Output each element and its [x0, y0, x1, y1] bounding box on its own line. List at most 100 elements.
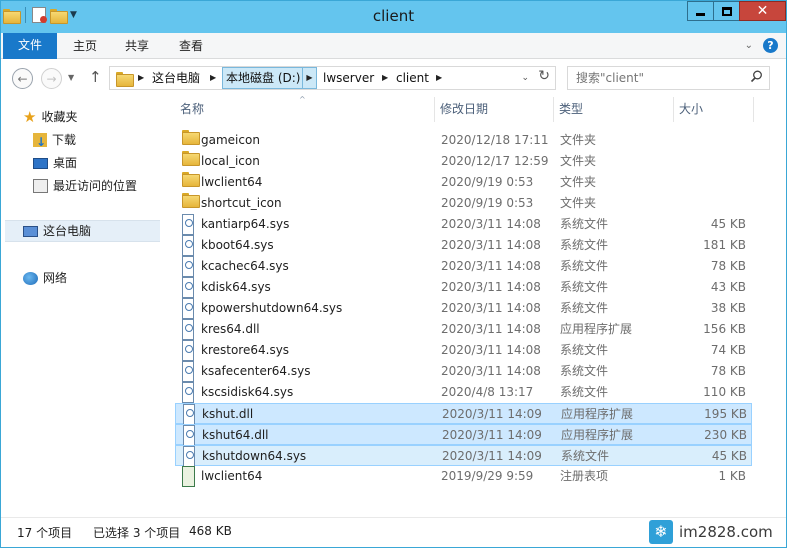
file-type: 系统文件 — [560, 301, 609, 315]
file-row[interactable]: kscsidisk64.sys 2020/4/8 13:17 系统文件 110 KB — [175, 382, 752, 403]
file-type: 文件夹 — [560, 196, 597, 210]
file-row[interactable]: kshutdown64.sys 2020/3/11 14:09 系统文件 45 KB — [175, 445, 752, 467]
nav-network[interactable]: 网络 — [23, 267, 67, 289]
search-box[interactable] — [567, 66, 770, 90]
dll-file-icon — [182, 319, 194, 340]
window-controls: ✕ — [687, 1, 786, 21]
file-date: 2020/3/11 14:09 — [442, 449, 542, 463]
downloads-icon — [33, 131, 47, 153]
file-size — [675, 130, 746, 151]
computer-icon — [23, 225, 38, 237]
file-size: 156 KB — [703, 322, 746, 336]
file-row[interactable]: kdisk64.sys 2020/3/11 14:08 系统文件 43 KB — [175, 277, 752, 298]
column-header-type[interactable]: 类型 — [554, 97, 674, 122]
nav-downloads[interactable]: 下载 — [33, 129, 76, 153]
search-input[interactable] — [574, 69, 744, 87]
column-header-size[interactable]: 大小 — [674, 97, 754, 122]
file-type: 系统文件 — [560, 259, 609, 273]
breadcrumb-arrow-icon[interactable]: ▶ — [138, 67, 144, 89]
file-row[interactable]: shortcut_icon 2020/9/19 0:53 文件夹 — [175, 193, 752, 214]
file-date: 2020/3/11 14:08 — [441, 364, 541, 378]
breadcrumb-arrow-icon[interactable]: ▶ — [210, 67, 216, 89]
file-name: kscsidisk64.sys — [201, 385, 294, 399]
recent-places-icon — [33, 179, 48, 193]
network-icon — [23, 271, 38, 285]
up-arrow-icon[interactable]: ↑ — [89, 68, 102, 86]
breadcrumb-this-pc[interactable]: 这台电脑 — [152, 67, 200, 89]
nav-favorites[interactable]: ★ 收藏夹 — [23, 106, 77, 128]
file-type: 应用程序扩展 — [561, 407, 634, 421]
tab-view[interactable]: 查看 — [169, 33, 213, 59]
forward-arrow-icon: → — [46, 71, 57, 86]
maximize-button[interactable] — [713, 1, 740, 21]
file-row[interactable]: lwclient64 2019/9/29 9:59 注册表项 1 KB — [175, 466, 752, 487]
minimize-button[interactable] — [687, 1, 714, 21]
ribbon: 文件 主页 共享 查看 ⌄ ? — [1, 33, 786, 59]
tab-file[interactable]: 文件 — [3, 33, 57, 59]
file-date: 2020/4/8 13:17 — [441, 385, 534, 399]
file-size: 45 KB — [711, 449, 747, 463]
file-row[interactable]: kshut64.dll 2020/3/11 14:09 应用程序扩展 230 KB — [175, 424, 752, 446]
breadcrumb-arrow-icon[interactable]: ▶ — [382, 67, 388, 89]
file-name: krestore64.sys — [201, 343, 290, 357]
folder-icon — [182, 130, 200, 151]
snowflake-logo-icon: ❄ — [649, 520, 673, 544]
file-name: kdisk64.sys — [201, 280, 271, 294]
selection-size: 468 KB — [189, 524, 232, 538]
back-button[interactable]: ← — [12, 68, 33, 89]
breadcrumb-arrow-icon[interactable]: ▶ — [302, 67, 317, 89]
refresh-icon[interactable]: ↻ — [538, 68, 550, 84]
window-title: client — [372, 7, 415, 25]
file-row[interactable]: kcachec64.sys 2020/3/11 14:08 系统文件 78 KB — [175, 256, 752, 277]
file-row[interactable]: kshut.dll 2020/3/11 14:09 应用程序扩展 195 KB — [175, 403, 752, 425]
ribbon-controls: ⌄ ? — [745, 38, 778, 53]
expand-ribbon-chevron-down-icon[interactable]: ⌄ — [745, 40, 753, 51]
breadcrumb-local-disk-d[interactable]: 本地磁盘 (D:) — [222, 67, 305, 89]
tab-home[interactable]: 主页 — [63, 33, 107, 59]
tab-share[interactable]: 共享 — [115, 33, 159, 59]
folder-icon — [182, 151, 200, 172]
forward-button[interactable]: → — [41, 68, 62, 89]
breadcrumb-lwserver[interactable]: lwserver — [323, 67, 374, 89]
item-count: 17 个项目 — [17, 526, 73, 540]
nav-recent-places[interactable]: 最近访问的位置 — [33, 175, 137, 197]
search-icon[interactable] — [750, 70, 763, 83]
file-size — [675, 193, 746, 214]
column-header-type-label: 类型 — [559, 102, 584, 116]
system-file-icon — [182, 277, 194, 298]
column-header-date[interactable]: 修改日期 — [435, 97, 554, 122]
address-bar[interactable]: ▶ 这台电脑 ▶ 本地磁盘 (D:) ▶ lwserver ▶ client ▶… — [109, 66, 556, 90]
breadcrumb-arrow-icon[interactable]: ▶ — [436, 67, 442, 89]
file-type: 应用程序扩展 — [561, 428, 634, 442]
file-date: 2020/3/11 14:08 — [441, 280, 541, 294]
file-row[interactable]: gameicon 2020/12/18 17:11 文件夹 — [175, 130, 752, 151]
help-icon[interactable]: ? — [763, 38, 778, 53]
file-name: kantiarp64.sys — [201, 217, 290, 231]
nav-this-pc[interactable]: 这台电脑 — [5, 220, 160, 242]
file-row[interactable]: lwclient64 2020/9/19 0:53 文件夹 — [175, 172, 752, 193]
system-file-icon — [182, 256, 194, 277]
recent-locations-dropdown-icon[interactable]: ▼ — [68, 73, 74, 82]
file-row[interactable]: kpowershutdown64.sys 2020/3/11 14:08 系统文件 3… — [175, 298, 752, 319]
file-type: 系统文件 — [560, 217, 609, 231]
file-date: 2019/9/29 9:59 — [441, 469, 534, 483]
file-row[interactable]: kboot64.sys 2020/3/11 14:08 系统文件 181 KB — [175, 235, 752, 256]
file-row[interactable]: ksafecenter64.sys 2020/3/11 14:08 系统文件 78 K… — [175, 361, 752, 382]
file-row[interactable]: krestore64.sys 2020/3/11 14:08 系统文件 74 KB — [175, 340, 752, 361]
content-area: ★ 收藏夹 下载 桌面 最近访问的位置 这台电脑 网络 — [1, 95, 786, 517]
close-icon: ✕ — [756, 3, 769, 19]
file-row[interactable]: kantiarp64.sys 2020/3/11 14:08 系统文件 45 KB — [175, 214, 752, 235]
column-header-name-label: 名称 — [180, 102, 205, 116]
breadcrumb-client[interactable]: client — [396, 67, 429, 89]
address-history-chevron-down-icon[interactable]: ⌄ — [521, 73, 529, 83]
nav-desktop[interactable]: 桌面 — [33, 152, 77, 174]
navigation-bar: ← → ▼ ↑ ▶ 这台电脑 ▶ 本地磁盘 (D:) ▶ lwserver ▶ … — [1, 59, 786, 97]
file-name: local_icon — [201, 154, 260, 168]
file-row[interactable]: kres64.dll 2020/3/11 14:08 应用程序扩展 156 KB — [175, 319, 752, 340]
close-button[interactable]: ✕ — [739, 1, 786, 21]
desktop-icon — [33, 157, 48, 169]
file-row[interactable]: local_icon 2020/12/17 12:59 文件夹 — [175, 151, 752, 172]
file-type: 系统文件 — [560, 385, 609, 399]
file-size: 38 KB — [710, 301, 746, 315]
file-date: 2020/3/11 14:08 — [441, 343, 541, 357]
